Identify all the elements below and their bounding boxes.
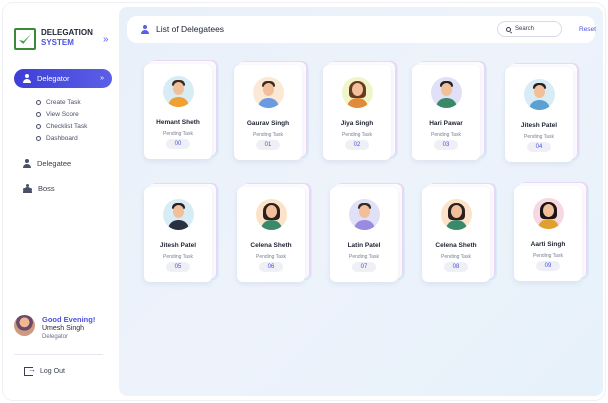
logout-label: Log Out: [40, 368, 65, 375]
avatar: [253, 77, 284, 108]
brand: DELEGATION SYSTEM: [14, 28, 93, 50]
pending-task-label: Pending Task: [342, 132, 372, 138]
avatar: [14, 315, 35, 336]
delegatee-name: Gaurav Singh: [246, 120, 290, 127]
greeting-text: Good Evening!: [42, 315, 96, 324]
person-icon: [141, 24, 150, 34]
pending-task-count: 01: [256, 140, 280, 150]
page-header: List of Delegatees Search Reset: [127, 16, 596, 43]
pending-task-label: Pending Task: [253, 132, 283, 138]
delegatee-card[interactable]: Hari Pawar Pending Task 03: [412, 62, 484, 160]
avatar: [441, 199, 472, 230]
card-body[interactable]: Jiya Singh Pending Task 02: [323, 65, 391, 160]
logout-button[interactable]: Log Out: [24, 365, 65, 376]
brand-logo-icon: [14, 28, 36, 50]
search-icon: [506, 26, 511, 32]
divider: [14, 354, 103, 355]
pending-task-label: Pending Task: [163, 131, 193, 137]
sidebar-item-delegator[interactable]: Delegator »: [14, 69, 112, 88]
pending-task-count: 06: [259, 262, 283, 272]
avatar: [533, 198, 564, 229]
card-body[interactable]: Jitesh Patel Pending Task 05: [144, 187, 212, 282]
delegatee-card[interactable]: Latin Patel Pending Task 07: [330, 184, 402, 282]
chevron-double-right-icon[interactable]: »: [103, 34, 109, 45]
delegatee-card[interactable]: Aarti Singh Pending Task 09: [514, 183, 586, 281]
card-body[interactable]: Celena Sheth Pending Task 08: [422, 187, 490, 282]
pending-task-label: Pending Task: [163, 254, 193, 260]
app-window: DELEGATION SYSTEM » Delegator » Create T…: [3, 3, 605, 400]
avatar: [524, 79, 555, 110]
pending-task-label: Pending Task: [349, 254, 379, 260]
brand-name-line1: DELEGATION: [41, 28, 93, 37]
submenu-view-score[interactable]: View Score: [36, 111, 79, 118]
card-body[interactable]: Celena Sheth Pending Task 06: [237, 187, 305, 282]
avatar: [256, 199, 287, 230]
avatar: [431, 77, 462, 108]
delegatee-name: Celena Sheth: [250, 242, 292, 249]
avatar: [163, 76, 194, 107]
avatar: [342, 77, 373, 108]
brand-name-line2: SYSTEM: [41, 38, 74, 47]
delegatee-name: Hemant Sheth: [156, 119, 200, 126]
delegatee-card[interactable]: Jitesh Patel Pending Task 04: [505, 64, 577, 162]
pending-task-count: 00: [166, 139, 190, 149]
sidebar-item-label: Delegatee: [37, 159, 72, 168]
sidebar-item-label: Boss: [38, 184, 55, 193]
submenu-checklist-task[interactable]: Checklist Task: [36, 123, 87, 130]
submenu-dashboard[interactable]: Dashboard: [36, 135, 78, 142]
delegatee-name: Celena Sheth: [435, 242, 477, 249]
delegatee-name: Aarti Singh: [530, 241, 566, 248]
card-body[interactable]: Gaurav Singh Pending Task 01: [234, 65, 302, 160]
pending-task-count: 05: [166, 262, 190, 272]
avatar: [349, 199, 380, 230]
pending-task-label: Pending Task: [441, 254, 471, 260]
pending-task-label: Pending Task: [256, 254, 286, 260]
sidebar-item-label: Delegator: [37, 74, 70, 83]
sidebar-item-delegatee[interactable]: Delegatee: [23, 159, 71, 168]
pending-task-count: 09: [536, 261, 560, 271]
logout-icon: [24, 365, 36, 376]
delegatee-name: Jitesh Patel: [159, 242, 197, 249]
pending-task-label: Pending Task: [524, 134, 554, 140]
person-icon: [23, 159, 31, 168]
page-title-text: List of Delegatees: [156, 24, 225, 34]
group-icon: [23, 184, 32, 193]
pending-task-count: 08: [444, 262, 468, 272]
reset-button[interactable]: Reset: [579, 26, 596, 33]
pending-task-count: 02: [345, 140, 369, 150]
pending-task-count: 04: [527, 142, 551, 152]
sidebar: DELEGATION SYSTEM » Delegator » Create T…: [3, 3, 119, 400]
delegatee-name: Latin Patel: [347, 242, 381, 249]
pending-task-label: Pending Task: [533, 253, 563, 259]
chevron-double-down-icon[interactable]: »: [100, 75, 104, 82]
delegatee-name: Jiya Singh: [340, 120, 374, 127]
avatar: [163, 199, 194, 230]
delegatee-name: Hari Pawar: [429, 120, 463, 127]
card-body[interactable]: Jitesh Patel Pending Task 04: [505, 67, 573, 162]
user-profile[interactable]: Good Evening! Umesh Singh Delegator: [14, 315, 95, 342]
pending-task-count: 07: [352, 262, 376, 272]
delegatee-card[interactable]: Jiya Singh Pending Task 02: [323, 62, 395, 160]
delegatee-card[interactable]: Hemant Sheth Pending Task 00: [144, 61, 216, 159]
card-body[interactable]: Aarti Singh Pending Task 09: [514, 186, 582, 281]
user-name: Umesh Singh: [42, 325, 85, 332]
card-body[interactable]: Hemant Sheth Pending Task 00: [144, 64, 212, 159]
pending-task-label: Pending Task: [431, 132, 461, 138]
card-body[interactable]: Hari Pawar Pending Task 03: [412, 65, 480, 160]
pending-task-count: 03: [434, 140, 458, 150]
delegatee-card[interactable]: Jitesh Patel Pending Task 05: [144, 184, 216, 282]
search-input[interactable]: Search: [497, 21, 562, 37]
page-title: List of Delegatees: [141, 24, 224, 34]
delegatee-card[interactable]: Gaurav Singh Pending Task 01: [234, 62, 306, 160]
delegatee-name: Jitesh Patel: [520, 122, 558, 129]
submenu-create-task[interactable]: Create Task: [36, 99, 81, 106]
person-icon: [23, 74, 31, 83]
main-content: List of Delegatees Search Reset Hemant S…: [119, 7, 603, 396]
user-role: Delegator: [42, 334, 69, 340]
card-body[interactable]: Latin Patel Pending Task 07: [330, 187, 398, 282]
search-placeholder: Search: [515, 26, 535, 32]
delegatee-card[interactable]: Celena Sheth Pending Task 08: [422, 184, 494, 282]
delegatee-card[interactable]: Celena Sheth Pending Task 06: [237, 184, 309, 282]
sidebar-item-boss[interactable]: Boss: [23, 184, 55, 193]
